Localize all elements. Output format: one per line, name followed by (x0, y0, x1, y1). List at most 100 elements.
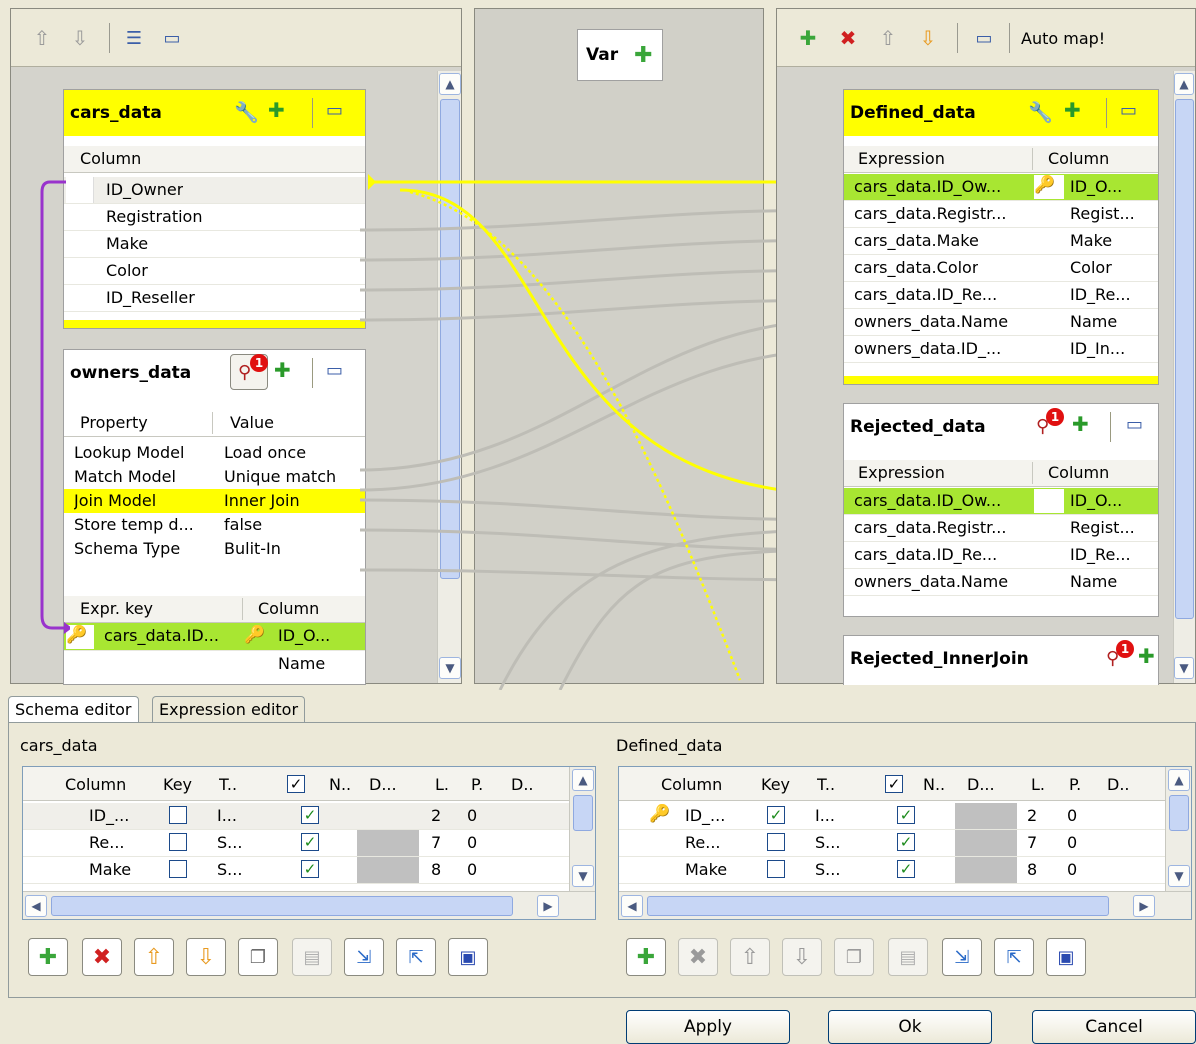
precision-header[interactable]: P. (1069, 775, 1081, 794)
default-header[interactable]: D... (967, 775, 995, 794)
nullable-checkbox[interactable]: ✓ (897, 806, 915, 824)
grid-hscroll[interactable]: ◀ ▶ (23, 891, 595, 919)
table-row[interactable]: cars_data.Registr... Regist... (844, 515, 1158, 542)
minimize-icon[interactable]: ▭ (1120, 100, 1137, 121)
scroll-thumb[interactable] (573, 795, 593, 831)
nullable-header[interactable]: N.. (923, 775, 945, 794)
add-var-icon[interactable]: ✚ (634, 43, 652, 68)
property-row[interactable]: Schema Type Bulit-In (64, 537, 365, 561)
save-button[interactable]: ▣ (1046, 938, 1086, 976)
key-checkbox[interactable] (169, 806, 187, 824)
scroll-thumb[interactable] (647, 896, 1109, 916)
minimize-icon[interactable]: ▭ (326, 100, 343, 121)
col-header[interactable]: Column (661, 775, 722, 794)
import-button[interactable]: ⇲ (942, 938, 982, 976)
minimize-icon[interactable]: ▭ (326, 360, 343, 381)
nullable-checkbox[interactable]: ✓ (301, 806, 319, 824)
scroll-down-button[interactable]: ▼ (1174, 657, 1194, 679)
table-row[interactable]: Re... S... ✓ 7 0 (23, 830, 569, 857)
expression-cell[interactable]: cars_data.Color (854, 258, 978, 277)
expr-key-row[interactable]: Name (64, 651, 365, 679)
expression-cell[interactable]: cars_data.ID_Re... (854, 545, 997, 564)
precision-header[interactable]: P. (471, 775, 483, 794)
output-scrollbar[interactable]: ▲ ▼ (1173, 71, 1195, 683)
expression-cell[interactable]: cars_data.ID_Ow... (854, 177, 1001, 196)
comment-header[interactable]: D.. (511, 775, 534, 794)
expression-cell[interactable]: owners_data.ID_... (854, 339, 1001, 358)
key-checkbox[interactable] (169, 860, 187, 878)
property-row[interactable]: Match Model Unique match (64, 465, 365, 489)
nullable-all-checkbox[interactable]: ✓ (885, 775, 903, 793)
scroll-thumb[interactable] (1169, 795, 1189, 831)
grid-hscroll[interactable]: ◀ ▶ (619, 891, 1191, 919)
table-row[interactable]: 🔑 ID_... ✓ I... ✓ 2 0 (619, 803, 1165, 830)
property-row[interactable]: Store temp d... false (64, 513, 365, 537)
move-up-icon[interactable]: ⇧ (875, 25, 901, 51)
export-button[interactable]: ⇱ (396, 938, 436, 976)
add-filter-icon[interactable]: ✚ (1138, 644, 1155, 668)
add-column-button[interactable]: ✚ (626, 938, 666, 976)
expression-cell[interactable]: owners_data.Name (854, 312, 1008, 331)
comment-header[interactable]: D.. (1107, 775, 1130, 794)
move-up-button[interactable]: ⇧ (134, 938, 174, 976)
list-item[interactable]: Make (64, 231, 365, 258)
scroll-up-button[interactable]: ▲ (1174, 73, 1194, 95)
remove-output-icon[interactable]: ✖ (835, 25, 861, 51)
table-row[interactable]: cars_data.ID_Ow... 🔑 ID_O... (844, 174, 1158, 201)
paste-button[interactable]: ▤ (292, 938, 332, 976)
table-row[interactable]: Re... S... ✓ 7 0 (619, 830, 1165, 857)
import-button[interactable]: ⇲ (344, 938, 384, 976)
scroll-down-button[interactable]: ▼ (1168, 865, 1190, 887)
table-row[interactable]: Make S... ✓ 8 0 (23, 857, 569, 884)
table-row[interactable]: cars_data.ID_Re... ID_Re... (844, 282, 1158, 309)
table-row[interactable]: Make S... ✓ 8 0 (619, 857, 1165, 884)
nullable-header[interactable]: N.. (329, 775, 351, 794)
scroll-up-button[interactable]: ▲ (1168, 769, 1190, 791)
key-checkbox[interactable]: ✓ (767, 806, 785, 824)
add-column-button[interactable]: ✚ (28, 938, 68, 976)
table-row[interactable]: cars_data.ID_Re... ID_Re... (844, 542, 1158, 569)
expression-cell[interactable]: owners_data.Name (854, 572, 1008, 591)
table-row[interactable]: cars_data.ID_Ow... ID_O... (844, 488, 1158, 515)
default-header[interactable]: D... (369, 775, 397, 794)
key-checkbox[interactable] (767, 860, 785, 878)
move-up-icon[interactable]: ⇧ (29, 25, 55, 51)
key-checkbox[interactable] (767, 833, 785, 851)
list-item[interactable]: ID_Reseller (64, 285, 365, 312)
table-row[interactable]: cars_data.Make Make (844, 228, 1158, 255)
property-row[interactable]: Join Model Inner Join (64, 489, 365, 513)
nullable-checkbox[interactable]: ✓ (301, 833, 319, 851)
type-header[interactable]: T.. (817, 775, 835, 794)
table-row[interactable]: cars_data.Color Color (844, 255, 1158, 282)
add-filter-icon[interactable]: ✚ (1064, 98, 1081, 122)
nullable-checkbox[interactable]: ✓ (897, 860, 915, 878)
list-item[interactable]: Registration (64, 204, 365, 231)
expr-key-value[interactable]: cars_data.ID... (104, 626, 219, 645)
scroll-thumb[interactable] (51, 896, 513, 916)
list-item[interactable]: ID_Owner (64, 177, 365, 204)
table-row[interactable]: owners_data.Name Name (844, 569, 1158, 596)
apply-button[interactable]: Apply (626, 1010, 790, 1044)
table-row[interactable]: owners_data.ID_... ID_In... (844, 336, 1158, 363)
expression-cell[interactable]: cars_data.ID_Re... (854, 285, 997, 304)
expression-cell[interactable]: cars_data.Registr... (854, 204, 1006, 223)
add-output-icon[interactable]: ✚ (795, 25, 821, 51)
expression-cell[interactable]: cars_data.Registr... (854, 518, 1006, 537)
length-header[interactable]: L. (435, 775, 449, 794)
scroll-down-button[interactable]: ▼ (572, 865, 594, 887)
scroll-right-button[interactable]: ▶ (537, 895, 559, 917)
list-item[interactable]: Color (64, 258, 365, 285)
tab-schema-editor[interactable]: Schema editor (8, 696, 139, 722)
nullable-checkbox[interactable]: ✓ (301, 860, 319, 878)
scroll-up-button[interactable]: ▲ (439, 73, 461, 95)
table-row[interactable]: ID_... I... ✓ 2 0 (23, 803, 569, 830)
grid-vscroll[interactable]: ▲ ▼ (569, 767, 595, 891)
nullable-all-checkbox[interactable]: ✓ (287, 775, 305, 793)
table-icon[interactable]: ☰ (121, 25, 147, 51)
nullable-checkbox[interactable]: ✓ (897, 833, 915, 851)
expression-cell[interactable]: cars_data.ID_Ow... (854, 491, 1001, 510)
table-row[interactable]: owners_data.Name Name (844, 309, 1158, 336)
cancel-button[interactable]: Cancel (1032, 1010, 1196, 1044)
remove-column-button[interactable]: ✖ (82, 938, 122, 976)
property-row[interactable]: Lookup Model Load once (64, 441, 365, 465)
